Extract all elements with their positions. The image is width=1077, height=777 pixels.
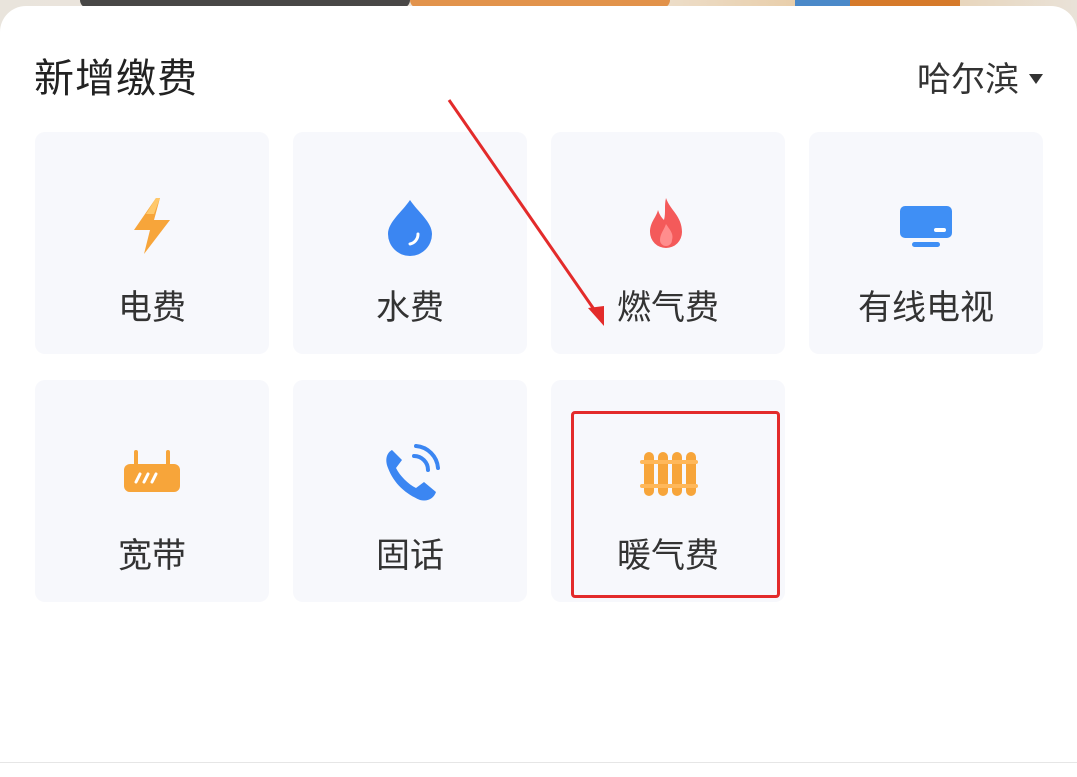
tile-gas[interactable]: 燃气费	[551, 132, 785, 354]
tile-water[interactable]: 水费	[293, 132, 527, 354]
sheet-title: 新增缴费	[34, 56, 198, 102]
tile-cable-tv[interactable]: 有线电视	[809, 132, 1043, 354]
water-drop-icon	[388, 200, 432, 256]
tile-label: 电费	[118, 288, 186, 328]
router-icon	[124, 450, 180, 492]
city-label: 哈尔滨	[917, 60, 1019, 100]
add-payment-sheet: 新增缴费 哈尔滨 电费 水费 燃气费 有线电视 宽带 固话 暖气费	[0, 6, 1077, 777]
flame-icon	[650, 198, 682, 248]
tile-label: 燃气费	[617, 288, 719, 328]
radiator-icon	[640, 452, 698, 496]
phone-icon	[386, 444, 440, 501]
caret-down-icon	[1029, 73, 1043, 84]
city-selector[interactable]: 哈尔滨	[917, 52, 1043, 101]
tile-label: 水费	[376, 288, 444, 328]
divider	[0, 762, 1077, 763]
tile-label: 宽带	[118, 536, 186, 576]
lightning-icon	[134, 198, 170, 254]
tile-heating[interactable]: 暖气费	[551, 380, 785, 602]
tv-icon	[900, 206, 952, 247]
tile-landline[interactable]: 固话	[293, 380, 527, 602]
tile-electricity[interactable]: 电费	[35, 132, 269, 354]
tile-label: 有线电视	[858, 288, 994, 328]
tile-label: 暖气费	[617, 536, 719, 576]
tile-broadband[interactable]: 宽带	[35, 380, 269, 602]
tile-label: 固话	[376, 536, 444, 576]
